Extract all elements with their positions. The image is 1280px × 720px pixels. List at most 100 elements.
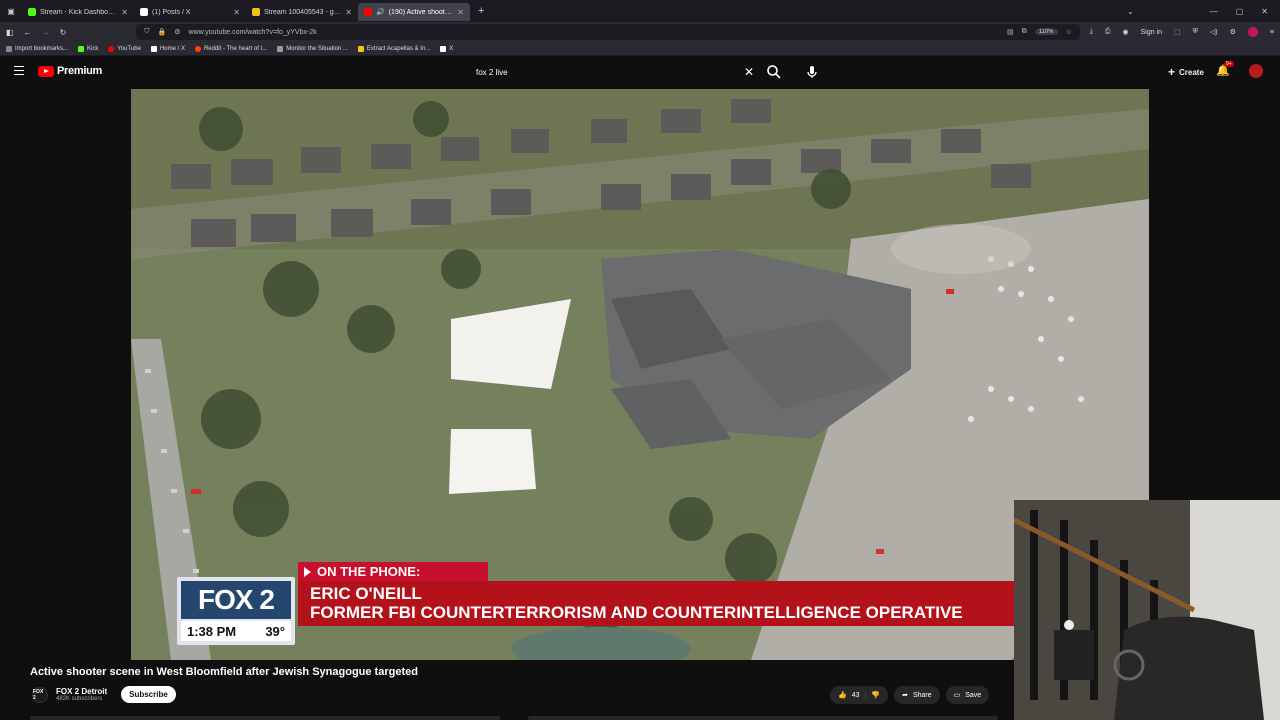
brand-label: Premium <box>57 65 102 77</box>
bookmark-label: YouTube <box>117 45 141 52</box>
bookmark-label: Home / X <box>159 45 185 52</box>
tab-title: Stream 100405543 - garydavid <box>264 8 341 16</box>
create-label: Create <box>1179 67 1204 77</box>
save-icon: ▭ <box>953 692 961 699</box>
bookmark-label: Reddit - The heart of t... <box>203 45 268 52</box>
extensions-icon[interactable]: ⬚ <box>1174 28 1181 36</box>
bookmark-x[interactable]: X <box>440 45 454 52</box>
thumbs-up-icon[interactable]: 👍 <box>838 691 847 699</box>
close-tab-icon[interactable]: ✕ <box>345 8 352 17</box>
plus-icon: + <box>1168 65 1176 79</box>
channel-info: FOX 2 Detroit 482K subscribers <box>56 687 107 702</box>
search-query[interactable]: fox 2 live <box>476 68 508 77</box>
bookmark-home-x[interactable]: Home / X <box>150 45 185 52</box>
notifications-button[interactable]: 🔔 9+ <box>1216 61 1234 77</box>
fox2-logo: FOX 2 <box>181 581 291 619</box>
back-button[interactable]: ← <box>24 28 32 37</box>
browser-tab-kick[interactable]: Stream - Kick Dashboard ✕ <box>22 3 134 21</box>
reddit-icon <box>194 45 201 52</box>
bookmark-label: Extract Acapellas & In... <box>366 45 431 52</box>
bookmark-youtube[interactable]: YouTube <box>108 45 141 52</box>
broadcast-time: 1:38 PM <box>187 623 237 639</box>
url-text[interactable]: www.youtube.com/watch?v=fo_yYVbx-2k <box>189 29 999 36</box>
time-temp-bar: 1:38 PM 39° <box>181 621 291 641</box>
x-icon <box>440 45 447 52</box>
x-favicon-icon <box>140 8 148 16</box>
permissions-icon[interactable]: ⚙ <box>174 28 180 36</box>
video-player[interactable]: ON THE PHONE: ERIC O'NEILL FORMER FBI CO… <box>131 89 1149 660</box>
hamburger-menu-icon[interactable] <box>14 66 24 75</box>
window-controls: ⌄ — ▢ ✕ <box>1127 0 1280 22</box>
bookmark-monitor[interactable]: Monitor the Situation ... <box>277 45 348 52</box>
minimize-button[interactable]: — <box>1210 7 1218 16</box>
create-button[interactable]: + Create <box>1160 63 1212 81</box>
save-button[interactable]: ▭ Save <box>945 686 990 704</box>
sidebar-toggle-icon[interactable]: ◧ <box>6 28 14 37</box>
shield-ext-icon[interactable]: ⛨ <box>1193 28 1198 36</box>
aerial-video-frame <box>131 89 1149 660</box>
microphone-icon[interactable] <box>804 64 820 80</box>
browser-tab-stream[interactable]: Stream 100405543 - garydavid ✕ <box>246 3 358 21</box>
channel-row: FOX 2 FOX 2 Detroit 482K subscribers Sub… <box>32 686 176 703</box>
like-count[interactable]: 43 <box>852 692 860 699</box>
close-tab-icon[interactable]: ✕ <box>233 8 240 17</box>
thumbs-down-icon[interactable]: 👎 <box>871 691 880 699</box>
clear-search-icon[interactable]: ✕ <box>744 65 754 79</box>
share-icon: ➦ <box>902 692 908 699</box>
search-icon[interactable] <box>766 64 782 80</box>
subscribe-button[interactable]: Subscribe <box>121 686 176 703</box>
user-avatar[interactable] <box>1249 64 1263 78</box>
bookmark-acapellas[interactable]: Extract Acapellas & In... <box>357 45 431 52</box>
youtube-icon <box>108 45 115 52</box>
related-chips-edge <box>528 716 998 720</box>
zoom-level[interactable]: 110% <box>1034 29 1058 35</box>
notification-badge: 9+ <box>1224 61 1234 67</box>
downloads-icon[interactable]: ⤓ <box>1090 28 1093 36</box>
station-bug: FOX 2 1:38 PM 39° <box>177 577 295 645</box>
account-icon[interactable]: ◉ <box>1123 28 1129 36</box>
pip-icon[interactable]: ⧉ <box>1022 28 1027 36</box>
maximize-button[interactable]: ▢ <box>1236 7 1244 16</box>
on-the-phone-label: ON THE PHONE: <box>317 564 421 579</box>
search-input[interactable]: fox 2 live ✕ <box>468 62 762 82</box>
bookmark-import[interactable]: Import bookmarks... <box>6 45 69 52</box>
channel-name[interactable]: FOX 2 Detroit <box>56 687 107 696</box>
bookmark-kick[interactable]: Kick <box>78 45 98 52</box>
browser-nav-bar: ◧ ← → ↻ ⛉ 🔒 ⚙ www.youtube.com/watch?v=fo… <box>0 22 1280 42</box>
tab-title: Stream - Kick Dashboard <box>40 8 118 16</box>
bookmark-label: X <box>449 45 454 52</box>
lock-icon[interactable]: 🔒 <box>158 28 167 36</box>
audio-icon[interactable]: ◁) <box>1210 28 1218 36</box>
app-menu-icon[interactable]: ≡ <box>1270 29 1274 36</box>
sign-in-link[interactable]: Sign in <box>1141 29 1162 36</box>
browser-tab-x-posts[interactable]: (1) Posts / X ✕ <box>134 3 246 21</box>
channel-avatar[interactable]: FOX 2 <box>32 686 48 703</box>
forward-button[interactable]: → <box>42 28 50 37</box>
share-button[interactable]: ➦ Share <box>894 686 940 704</box>
speaker-icon[interactable]: 🔊 <box>376 8 385 16</box>
close-tab-icon[interactable]: ✕ <box>121 8 128 17</box>
globe-icon <box>277 45 284 52</box>
bookmark-star-icon[interactable]: ☆ <box>1066 28 1072 36</box>
close-tab-icon[interactable]: ✕ <box>457 8 464 17</box>
reload-button[interactable]: ↻ <box>60 28 67 37</box>
youtube-premium-logo[interactable]: Premium <box>38 65 102 77</box>
new-tab-button[interactable]: + <box>470 5 492 17</box>
tab-title: (1) Posts / X <box>152 8 191 16</box>
tab-overflow-icon[interactable]: ⌄ <box>1127 7 1134 16</box>
video-title: Active shooter scene in West Bloomfield … <box>30 666 418 678</box>
like-dislike-group: 👍 43 | 👎 <box>830 686 889 704</box>
tab-list-icon[interactable]: ▣ <box>0 7 22 16</box>
screenshot-icon[interactable]: ⎙ <box>1105 28 1111 36</box>
bookmark-label: Import bookmarks... <box>15 45 69 52</box>
bookmark-reddit[interactable]: Reddit - The heart of t... <box>194 45 268 52</box>
reader-view-icon[interactable]: ▤ <box>1007 28 1014 36</box>
temperature: 39° <box>265 623 285 639</box>
profile-icon[interactable] <box>1247 27 1258 37</box>
address-bar[interactable]: ⛉ 🔒 ⚙ www.youtube.com/watch?v=fo_yYVbx-2… <box>136 24 1080 40</box>
settings-icon[interactable]: ⚙ <box>1230 28 1236 36</box>
browser-tab-youtube[interactable]: 🔊 (190) Active shooter scene ✕ <box>358 3 470 21</box>
youtube-header: Premium fox 2 live ✕ + Create 🔔 9+ <box>0 56 1280 88</box>
close-window-button[interactable]: ✕ <box>1261 7 1268 16</box>
shield-icon[interactable]: ⛉ <box>144 28 149 36</box>
